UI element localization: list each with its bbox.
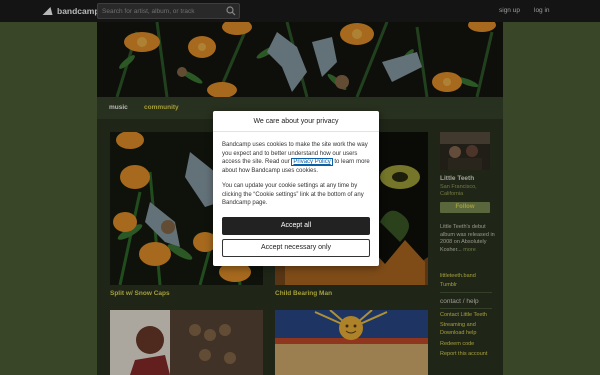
- privacy-policy-link[interactable]: Privacy Policy: [291, 158, 333, 167]
- accept-necessary-button[interactable]: Accept necessary only: [222, 239, 370, 257]
- dialog-title: We care about your privacy: [213, 111, 379, 132]
- cookie-description: Bandcamp uses cookies to make the site w…: [222, 141, 372, 175]
- accept-all-button[interactable]: Accept all: [222, 217, 370, 235]
- cookie-consent-dialog: We care about your privacy Bandcamp uses…: [213, 111, 379, 266]
- cookie-settings-text: You can update your cookie settings at a…: [222, 183, 364, 207]
